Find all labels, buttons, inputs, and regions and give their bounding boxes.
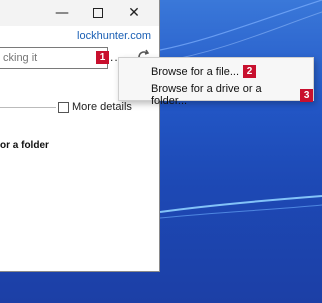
more-details-checkbox[interactable]: More details bbox=[58, 101, 132, 113]
minimize-icon: — bbox=[55, 5, 69, 21]
close-button[interactable]: ✕ bbox=[116, 0, 152, 26]
checkbox-box[interactable] bbox=[58, 101, 69, 113]
menu-item-browse-file[interactable]: Browse for a file... 2 bbox=[151, 65, 257, 78]
folder-instruction-text: or a folder bbox=[0, 140, 49, 151]
more-details-label: More details bbox=[72, 101, 132, 113]
maximize-icon bbox=[93, 8, 103, 18]
marker-2: 2 bbox=[243, 65, 257, 78]
menu-item-label: Browse for a file... bbox=[151, 65, 240, 78]
website-link[interactable]: lockhunter.com bbox=[77, 30, 151, 42]
path-input[interactable] bbox=[0, 47, 108, 69]
menu-item-label: Browse for a drive or a folder... bbox=[151, 83, 262, 107]
lockhunter-window: — ✕ lockhunter.com 1 ... More details or… bbox=[0, 0, 160, 272]
minimize-button[interactable]: — bbox=[44, 0, 80, 26]
marker-3: 3 bbox=[300, 88, 313, 102]
browse-context-menu: Browse for a file... 2 Browse for a driv… bbox=[118, 57, 314, 107]
menu-item-browse-folder[interactable]: Browse for a drive or a folder... 3 bbox=[151, 83, 313, 107]
title-bar: — ✕ bbox=[0, 0, 159, 26]
separator-line bbox=[0, 107, 56, 108]
close-icon: ✕ bbox=[128, 5, 140, 21]
maximize-button[interactable] bbox=[80, 0, 116, 26]
marker-1: 1 bbox=[96, 51, 109, 64]
